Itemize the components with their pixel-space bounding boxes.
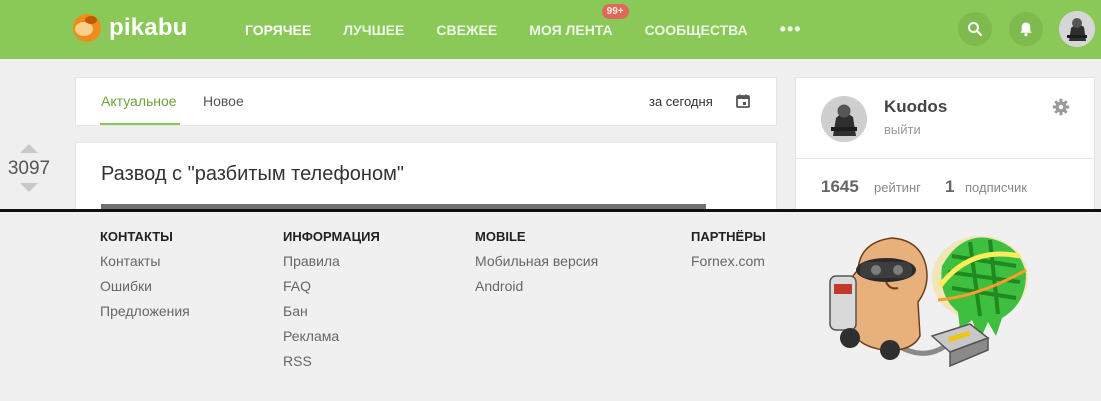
footer-heading-info: ИНФОРМАЦИЯ <box>283 229 380 244</box>
footer-link-ban[interactable]: Бан <box>283 303 380 328</box>
rating-value: 1645 <box>821 177 859 196</box>
search-icon <box>968 22 983 37</box>
footer-link-faq[interactable]: FAQ <box>283 278 380 303</box>
notifications-button[interactable] <box>1009 12 1043 46</box>
calendar-icon[interactable] <box>735 93 751 109</box>
footer-link-rss[interactable]: RSS <box>283 353 380 378</box>
nav-communities[interactable]: СООБЩЕСТВА <box>645 22 748 38</box>
upvote-icon[interactable] <box>20 144 38 153</box>
logo-text: pikabu <box>109 14 188 41</box>
rating-label: рейтинг <box>874 180 921 195</box>
footer-link-suggestions[interactable]: Предложения <box>100 303 190 328</box>
tab-actual[interactable]: Актуальное <box>101 93 177 109</box>
search-button[interactable] <box>958 12 992 46</box>
footer-contacts-column: КОНТАКТЫ Контакты Ошибки Предложения <box>100 229 190 328</box>
main-nav: ГОРЯЧЕЕ ЛУЧШЕЕ СВЕЖЕЕ МОЯ ЛЕНТА 99+ СООБЩ… <box>245 0 802 59</box>
footer-info-column: ИНФОРМАЦИЯ Правила FAQ Бан Реклама RSS <box>283 229 380 378</box>
pikabu-logo[interactable]: pikabu <box>73 14 188 42</box>
post-score: 3097 <box>7 158 51 179</box>
footer-link-errors[interactable]: Ошибки <box>100 278 190 303</box>
top-header: pikabu ГОРЯЧЕЕ ЛУЧШЕЕ СВЕЖЕЕ МОЯ ЛЕНТА 99… <box>0 0 1101 59</box>
nav-hot[interactable]: ГОРЯЧЕЕ <box>245 22 311 38</box>
footer-link-contacts[interactable]: Контакты <box>100 253 190 278</box>
profile-divider <box>796 158 1094 159</box>
footer-heading-contacts: КОНТАКТЫ <box>100 229 173 244</box>
footer-link-mobile-version[interactable]: Мобильная версия <box>475 253 598 278</box>
post-title[interactable]: Развод с "разбитым телефоном" <box>101 163 404 186</box>
nav-my-feed-label: МОЯ ЛЕНТА <box>529 21 613 38</box>
notification-badge: 99+ <box>601 3 629 19</box>
footer-link-android[interactable]: Android <box>475 278 598 303</box>
footer-mobile-column: MOBILE Мобильная версия Android <box>475 229 598 303</box>
logout-link[interactable]: выйти <box>884 122 921 137</box>
profile-username[interactable]: Kuodos <box>884 97 947 117</box>
post-rating: 3097 <box>6 144 52 192</box>
settings-gear-icon[interactable] <box>1052 98 1070 116</box>
avatar-image <box>1059 11 1095 47</box>
footer-heading-mobile: MOBILE <box>475 229 526 244</box>
nav-best[interactable]: ЛУЧШЕЕ <box>343 22 404 38</box>
active-tab-indicator <box>100 123 180 125</box>
pikabu-logo-icon <box>73 14 101 42</box>
profile-avatar-image <box>821 96 867 142</box>
footer-link-fornex[interactable]: Fornex.com <box>691 253 766 278</box>
bell-icon <box>1020 22 1032 37</box>
user-avatar[interactable] <box>1059 11 1095 47</box>
downvote-icon[interactable] <box>20 183 38 192</box>
bear-mascot-shape <box>829 237 928 360</box>
feed-tabs-card: Актуальное Новое за сегодня <box>75 77 777 126</box>
period-selector[interactable]: за сегодня <box>649 94 713 109</box>
nav-fresh[interactable]: СВЕЖЕЕ <box>436 22 497 38</box>
profile-card: Kuodos выйти 1645 рейтинг 1 подписчик <box>795 77 1095 217</box>
profile-avatar[interactable] <box>821 96 867 142</box>
subscribers-value: 1 <box>945 177 955 196</box>
more-menu-icon[interactable]: ••• <box>780 19 802 40</box>
tab-new[interactable]: Новое <box>203 93 244 109</box>
footer-link-rules[interactable]: Правила <box>283 253 380 278</box>
nav-my-feed[interactable]: МОЯ ЛЕНТА 99+ <box>529 3 629 38</box>
mascot-illustration <box>829 236 1028 368</box>
footer-heading-partners: ПАРТНЁРЫ <box>691 229 766 244</box>
green-creature-shape <box>932 236 1028 340</box>
footer-partners-column: ПАРТНЁРЫ Fornex.com <box>691 229 766 278</box>
subscribers-label[interactable]: подписчик <box>965 180 1027 195</box>
footer-link-ads[interactable]: Реклама <box>283 328 380 353</box>
